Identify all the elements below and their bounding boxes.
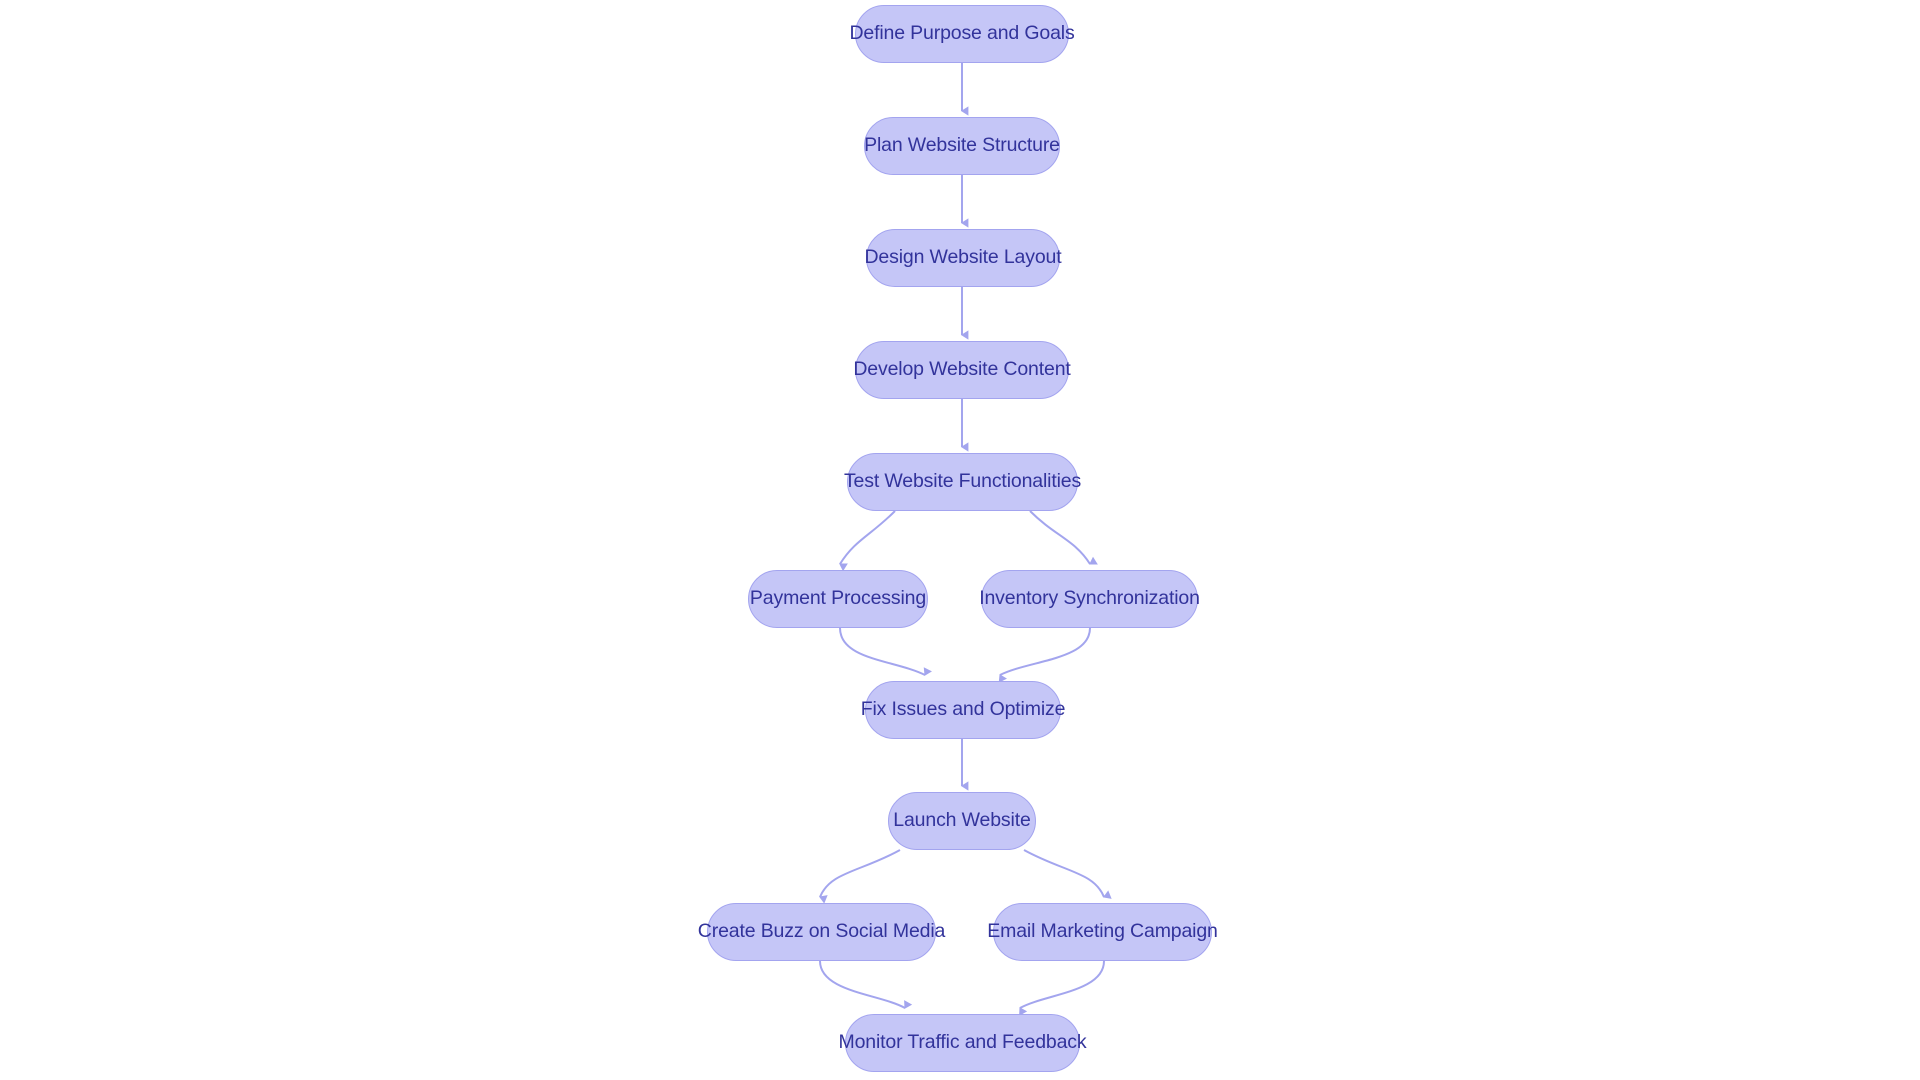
flow-edge bbox=[819, 849, 901, 904]
flow-node-create-buzz-on-social-media[interactable]: Create Buzz on Social Media bbox=[698, 903, 945, 961]
flow-edge bbox=[839, 627, 932, 676]
flow-edge bbox=[819, 960, 913, 1009]
flowchart-canvas: Define Purpose and Goals Plan Website Str… bbox=[0, 0, 1920, 1080]
flow-edge bbox=[1019, 960, 1105, 1016]
flow-node-label: Test Website Functionalities bbox=[843, 470, 1082, 493]
flow-node-label: Fix Issues and Optimize bbox=[860, 698, 1066, 721]
flow-node-define-purpose-and-goals[interactable]: Define Purpose and Goals bbox=[849, 5, 1075, 63]
flow-node-inventory-synchronization[interactable]: Inventory Synchronization bbox=[979, 570, 1200, 628]
flow-node-label: Create Buzz on Social Media bbox=[697, 920, 946, 943]
flow-node-label: Monitor Traffic and Feedback bbox=[838, 1031, 1087, 1054]
flow-node-plan-website-structure[interactable]: Plan Website Structure bbox=[864, 117, 1060, 175]
flow-node-launch-website[interactable]: Launch Website bbox=[888, 792, 1036, 850]
flow-node-label: Plan Website Structure bbox=[864, 134, 1060, 157]
flow-node-label: Design Website Layout bbox=[864, 246, 1062, 269]
flow-node-design-website-layout[interactable]: Design Website Layout bbox=[864, 229, 1062, 287]
flow-node-test-website-functionalities[interactable]: Test Website Functionalities bbox=[843, 453, 1082, 511]
flow-edge bbox=[998, 627, 1091, 683]
flow-edge bbox=[839, 510, 896, 572]
flow-node-label: Payment Processing bbox=[749, 587, 927, 610]
flow-node-email-marketing-campaign[interactable]: Email Marketing Campaign bbox=[987, 903, 1218, 961]
flow-node-develop-website-content[interactable]: Develop Website Content bbox=[853, 341, 1071, 399]
flow-node-label: Define Purpose and Goals bbox=[849, 22, 1075, 45]
flow-edge bbox=[1029, 510, 1098, 565]
flow-node-label: Launch Website bbox=[893, 809, 1031, 832]
flow-node-payment-processing[interactable]: Payment Processing bbox=[748, 570, 928, 628]
flow-edge bbox=[1023, 849, 1112, 899]
flow-node-label: Email Marketing Campaign bbox=[987, 920, 1218, 943]
flow-node-fix-issues-and-optimize[interactable]: Fix Issues and Optimize bbox=[861, 681, 1065, 739]
edge-paths bbox=[819, 63, 1112, 1016]
flow-node-monitor-traffic-and-feedback[interactable]: Monitor Traffic and Feedback bbox=[839, 1014, 1087, 1072]
flow-node-label: Inventory Synchronization bbox=[979, 587, 1200, 610]
flow-node-label: Develop Website Content bbox=[853, 358, 1071, 381]
